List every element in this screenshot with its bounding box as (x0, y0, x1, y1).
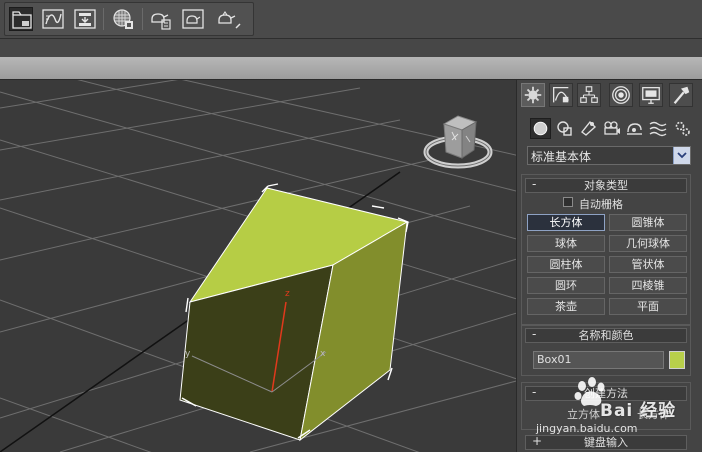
hierarchy-icon (580, 86, 598, 103)
chevron-down-icon (677, 152, 687, 159)
category-shapes[interactable] (554, 118, 575, 139)
category-helpers[interactable] (624, 118, 645, 139)
curve-editor-button[interactable] (41, 7, 65, 31)
render-production-icon (218, 11, 241, 29)
geometry-icon (533, 121, 548, 136)
teapot-button[interactable]: 茶壶 (527, 298, 605, 315)
rollout-title: 键盘输入 (584, 436, 628, 449)
scene-explorer-icon (12, 11, 32, 29)
tab-create[interactable] (521, 83, 545, 107)
category-cameras[interactable] (601, 118, 622, 139)
subcategory-dropdown[interactable]: 标准基本体 (527, 146, 691, 165)
cone-button[interactable]: 圆锥体 (609, 214, 687, 231)
creation-method-cube-option[interactable]: 立方体 (567, 406, 600, 422)
render-setup-icon (151, 13, 171, 30)
checkbox-box[interactable] (563, 197, 573, 207)
tab-motion[interactable] (609, 83, 633, 107)
lights-icon (581, 120, 597, 136)
creation-method-rollout-header[interactable]: - 创建方法 (525, 385, 687, 401)
viewport-label-strip (0, 57, 702, 80)
plane-button[interactable]: 平面 (609, 298, 687, 315)
rendered-frame-window-icon (182, 9, 204, 29)
rollout-title: 创建方法 (584, 387, 628, 400)
toolbar-button-group (4, 2, 254, 36)
perspective-viewport[interactable]: z y x (0, 80, 516, 452)
torus-button[interactable]: 圆环 (527, 277, 605, 294)
viewcube[interactable] (423, 115, 493, 169)
subcategory-value: 标准基本体 (531, 150, 592, 164)
category-space-warps[interactable] (648, 118, 669, 139)
create-icon (524, 86, 542, 104)
viewport-scene: z y x (0, 80, 516, 452)
utilities-icon (673, 86, 690, 104)
object-name-input[interactable]: Box01 (533, 351, 664, 369)
tube-button[interactable]: 管状体 (609, 256, 687, 273)
box-button[interactable]: 长方体 (527, 214, 605, 231)
rendered-frame-window-button[interactable] (181, 7, 205, 31)
systems-icon (675, 121, 690, 136)
tab-modify[interactable] (549, 83, 573, 107)
material-editor-button[interactable] (111, 7, 135, 31)
tab-utilities[interactable] (669, 83, 693, 107)
display-icon (642, 87, 660, 104)
autogrid-label: 自动栅格 (579, 198, 623, 211)
y-axis-label: y (185, 349, 191, 359)
x-axis-label: x (320, 349, 326, 359)
render-production-button[interactable] (217, 7, 241, 31)
name-color-rollout-header[interactable]: - 名称和颜色 (525, 327, 687, 343)
main-toolbar (0, 0, 702, 39)
shapes-icon (557, 121, 572, 136)
command-panel: 标准基本体 - 对象类型 自动栅格 长方体 圆锥体 球体 几何球体 圆柱体 管状… (516, 80, 702, 452)
rollout-title: 对象类型 (584, 179, 628, 192)
material-editor-icon (113, 9, 133, 29)
box-object[interactable] (179, 187, 409, 442)
helpers-icon (627, 123, 642, 135)
category-systems[interactable] (672, 118, 693, 139)
z-axis-label: z (285, 289, 290, 299)
geosphere-button[interactable]: 几何球体 (609, 235, 687, 252)
object-color-swatch[interactable] (669, 351, 685, 369)
cameras-icon (604, 121, 620, 135)
category-geometry[interactable] (530, 118, 551, 139)
viewport-header-bar (0, 39, 702, 57)
cylinder-button[interactable]: 圆柱体 (527, 256, 605, 273)
curve-editor-icon (42, 9, 64, 29)
render-setup-button[interactable] (149, 7, 173, 31)
schematic-view-icon (74, 9, 96, 29)
object-type-rollout-header[interactable]: - 对象类型 (525, 177, 687, 193)
motion-icon (612, 86, 630, 104)
schematic-view-button[interactable] (73, 7, 97, 31)
sphere-button[interactable]: 球体 (527, 235, 605, 252)
scene-explorer-button[interactable] (9, 7, 33, 31)
space-warps-icon (649, 121, 667, 137)
pyramid-button[interactable]: 四棱锥 (609, 277, 687, 294)
tab-hierarchy[interactable] (577, 83, 601, 107)
creation-method-box-option[interactable]: 长方体 (637, 406, 670, 422)
rollout-title: 名称和颜色 (578, 329, 634, 342)
keyboard-entry-rollout-header[interactable]: + 键盘输入 (525, 434, 687, 450)
category-lights[interactable] (578, 118, 599, 139)
tab-display[interactable] (639, 83, 663, 107)
dropdown-arrow-button[interactable] (673, 147, 690, 164)
modify-icon (553, 87, 569, 103)
